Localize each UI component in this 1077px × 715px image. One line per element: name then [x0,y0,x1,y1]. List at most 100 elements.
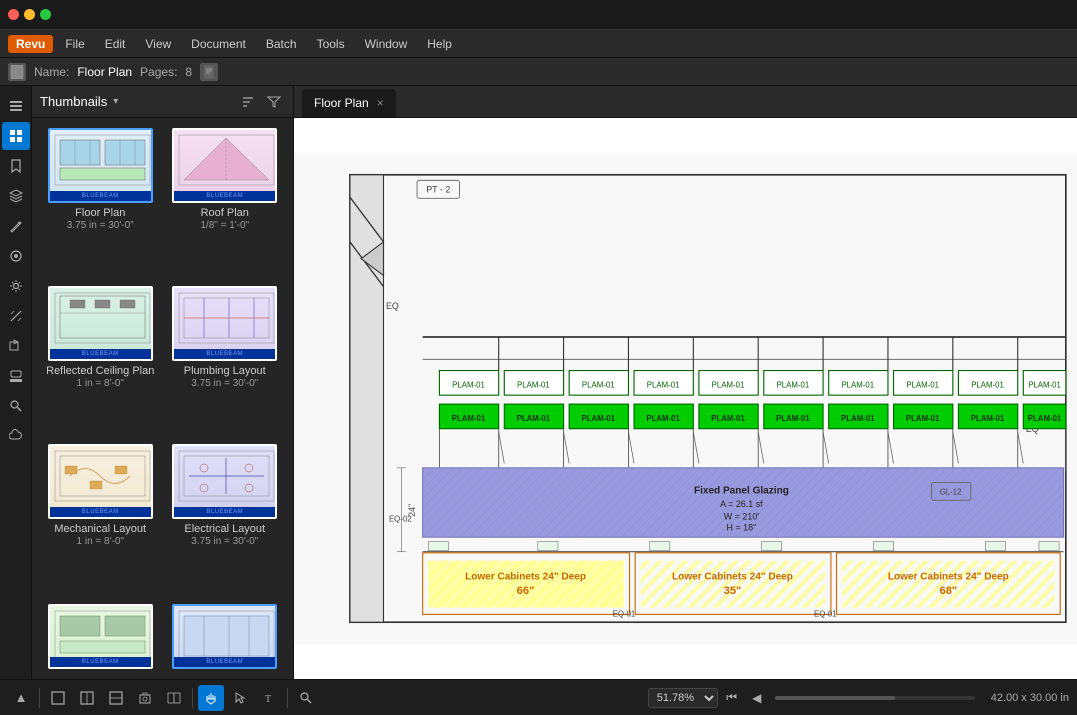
svg-text:W = 210': W = 210' [724,511,760,521]
thumbnails-sort-button[interactable] [237,91,259,113]
svg-text:T: T [265,694,271,705]
thumbnail-roof-plan[interactable]: BLUEBEAM Roof Plan 1/8" = 1'-0" [167,128,284,278]
svg-text:EQ: EQ [386,301,399,311]
menu-help[interactable]: Help [419,35,460,53]
thumb-scale-floor: 3.75 in = 30'-0" [67,220,134,231]
menu-file[interactable]: File [57,35,92,53]
split-view-tool[interactable] [103,685,129,711]
thumb-img-roof: BLUEBEAM [172,128,277,203]
zoom-tool[interactable] [293,685,319,711]
thumbnails-dropdown-icon[interactable]: ▾ [113,96,118,107]
sidebar-icon-thumbnails[interactable] [2,122,30,150]
sidebar-icon-measurements[interactable] [2,302,30,330]
thumbnail-floor-plan[interactable]: BLUEBEAM Floor Plan 3.75 in = 30'-0" [42,128,159,278]
rectangle-select-tool[interactable] [45,685,71,711]
sidebar-icons [0,86,32,679]
svg-text:EQ-01: EQ-01 [814,610,837,619]
sidebar-icon-cloud[interactable] [2,422,30,450]
svg-text:PLAM-01: PLAM-01 [712,380,745,389]
document-icon[interactable] [200,63,218,81]
thumb-img-ceiling: BLUEBEAM [48,286,153,361]
status-tools-left: ▲ [8,685,319,711]
minimize-button[interactable] [24,9,35,20]
svg-text:PLAM-01: PLAM-01 [582,380,615,389]
svg-text:Lower Cabinets 24" Deep: Lower Cabinets 24" Deep [888,572,1009,583]
zoom-next-button[interactable]: ◀ [746,687,768,709]
thumb-label-plumbing: Plumbing Layout [184,364,266,378]
thumbnail-plumbing[interactable]: BLUEBEAM Plumbing Layout 3.75 in = 30'-0… [167,286,284,436]
page-view-tool[interactable] [74,685,100,711]
thumb-img-mechanical: BLUEBEAM [48,444,153,519]
sidebar-icon-search[interactable] [2,392,30,420]
zoom-prev-button[interactable]: ⏮ [721,687,743,709]
sidebar-icon-settings[interactable] [2,272,30,300]
sidebar-icon-properties[interactable] [2,242,30,270]
svg-text:PLAM-01: PLAM-01 [906,380,939,389]
compare-tool[interactable] [161,685,187,711]
svg-text:EQ-01: EQ-01 [613,610,636,619]
sidebar-icon-stamps[interactable] [2,362,30,390]
thumbnail-mechanical[interactable]: BLUEBEAM Mechanical Layout 1 in = 8'-0" [42,444,159,594]
svg-text:PLAM-01: PLAM-01 [517,414,551,423]
menu-view[interactable]: View [137,35,179,53]
thumbnails-header: Thumbnails ▾ [32,86,293,118]
thumb-label-roof: Roof Plan [201,206,249,220]
svg-text:PLAM-01: PLAM-01 [841,414,875,423]
thumbnail-electrical[interactable]: BLUEBEAM Electrical Layout 3.75 in = 30'… [167,444,284,594]
thumbnails-controls [237,91,285,113]
maximize-button[interactable] [40,9,51,20]
zoom-slider-track [775,696,975,700]
svg-text:PLAM-01: PLAM-01 [971,380,1004,389]
menu-window[interactable]: Window [357,35,416,53]
tab-floor-plan[interactable]: Floor Plan × [302,89,396,117]
menu-batch[interactable]: Batch [258,35,305,53]
status-bar: ▲ [0,679,1077,715]
snapshot-tool[interactable] [132,685,158,711]
svg-text:68": 68" [939,585,957,597]
triangle-indicator[interactable]: ▲ [8,685,34,711]
menu-tools[interactable]: Tools [309,35,353,53]
zoom-control: 25% 50% 51.78% 75% 100% 150% 200% ⏮ ◀ [648,687,979,709]
thumbnails-filter-button[interactable] [263,91,285,113]
menu-edit[interactable]: Edit [97,35,134,53]
tab-close-icon[interactable]: × [377,96,384,110]
svg-text:Lower Cabinets 24" Deep: Lower Cabinets 24" Deep [672,572,793,583]
thumb-label-floor: Floor Plan [75,206,125,220]
text-tool[interactable]: T [256,685,282,711]
sidebar-icon-bookmarks[interactable] [2,152,30,180]
zoom-select[interactable]: 25% 50% 51.78% 75% 100% 150% 200% [648,688,718,708]
file-icon [8,63,26,81]
svg-text:Fixed Panel Glazing: Fixed Panel Glazing [694,486,789,497]
svg-text:GL-12: GL-12 [940,488,962,497]
svg-text:Lower Cabinets 24" Deep: Lower Cabinets 24" Deep [465,572,586,583]
sidebar-icon-shapes[interactable] [2,332,30,360]
tab-bar: Floor Plan × [294,86,1077,118]
svg-text:66": 66" [517,585,535,597]
sidebar-icon-markup[interactable] [2,212,30,240]
thumbnail-b7[interactable]: BLUEBEAM [42,604,159,669]
thumb-scale-electrical: 3.75 in = 30'-0" [191,536,258,547]
menu-revu[interactable]: Revu [8,35,53,53]
svg-text:PLAM-01: PLAM-01 [647,380,680,389]
thumb-img-floor: BLUEBEAM [48,128,153,203]
thumbnail-b8[interactable]: BLUEBEAM [167,604,284,669]
hand-tool[interactable] [198,685,224,711]
thumb-img-b7: BLUEBEAM [48,604,153,669]
pointer-tool[interactable] [227,685,253,711]
thumbnails-panel: Thumbnails ▾ [32,86,294,679]
menu-document[interactable]: Document [183,35,254,53]
close-button[interactable] [8,9,19,20]
svg-text:PLAM-01: PLAM-01 [1028,414,1062,423]
sidebar-icon-menu[interactable] [2,92,30,120]
thumbnail-ceiling-plan[interactable]: BLUEBEAM Reflected Ceiling Plan 1 in = 8… [42,286,159,436]
svg-text:PLAM-01: PLAM-01 [906,414,940,423]
bottom-thumb-row: BLUEBEAM BLUEBEAM [32,604,293,679]
thumb-scale-ceiling: 1 in = 8'-0" [77,378,124,389]
separator-1 [39,688,40,708]
sidebar-icon-layers[interactable] [2,182,30,210]
thumb-label-electrical: Electrical Layout [184,522,265,536]
thumbnails-grid: BLUEBEAM Floor Plan 3.75 in = 30'-0" BL [32,118,293,604]
file-name: Floor Plan [77,65,132,79]
thumb-label-mechanical: Mechanical Layout [54,522,146,536]
drawing-canvas: PT - 2 EQ EQ EQ-02 PLAM-01 PLAM-01 PLAM-… [294,118,1077,679]
